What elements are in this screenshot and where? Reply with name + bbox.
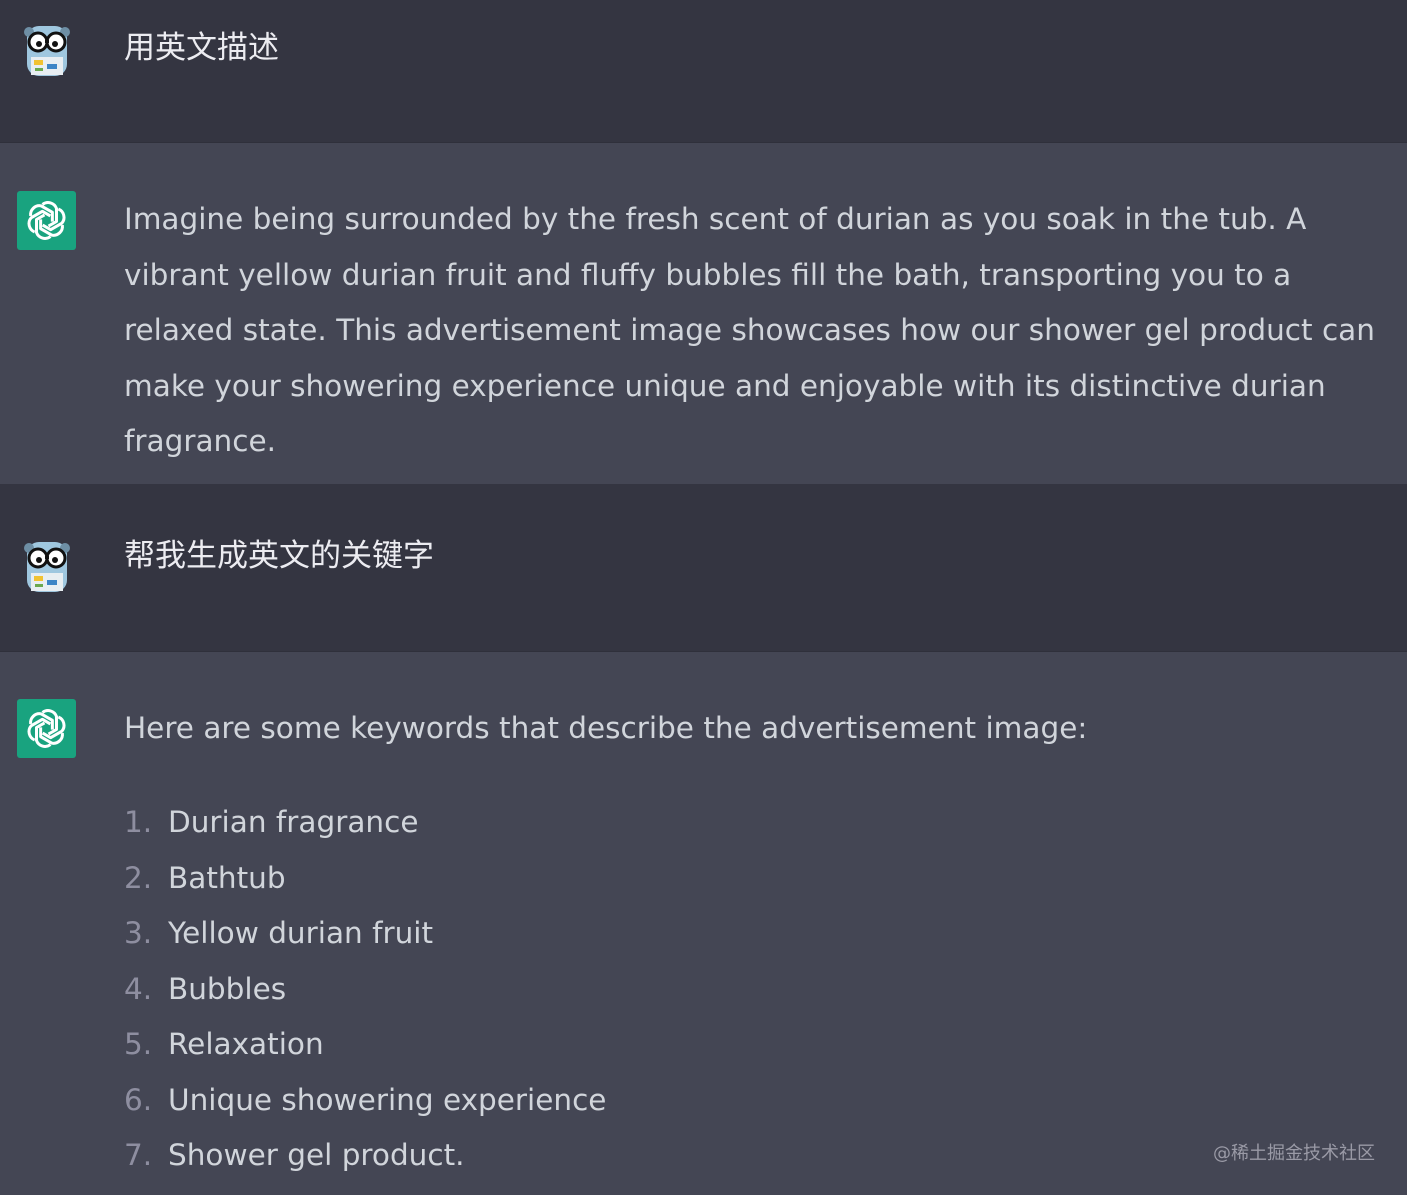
- user-avatar-icon: [17, 536, 76, 595]
- user-message: 帮我生成英文的关键字: [0, 484, 1407, 651]
- list-item-text: Bathtub: [168, 860, 286, 895]
- list-item: 2. Bathtub: [124, 851, 606, 907]
- list-item: 4. Bubbles: [124, 962, 606, 1018]
- list-item-text: Bubbles: [168, 971, 287, 1006]
- openai-logo-icon: [17, 191, 76, 250]
- list-item: 3. Yellow durian fruit: [124, 906, 606, 962]
- list-item-number: 2.: [124, 860, 153, 895]
- user-message-text: 帮我生成英文的关键字: [124, 538, 434, 574]
- assistant-intro-text: Here are some keywords that describe the…: [124, 711, 1088, 745]
- assistant-message-text: Imagine being surrounded by the fresh sc…: [124, 202, 1375, 458]
- user-message-text: 用英文描述: [124, 30, 279, 66]
- user-avatar-icon: [17, 20, 76, 79]
- list-item: 5. Relaxation: [124, 1017, 606, 1073]
- list-item: 7. Shower gel product.: [124, 1128, 606, 1184]
- user-message: 用英文描述: [0, 0, 1407, 142]
- list-item-number: 5.: [124, 1027, 153, 1061]
- assistant-message: Imagine being surrounded by the fresh sc…: [0, 143, 1407, 484]
- list-item-number: 1.: [124, 805, 153, 839]
- list-item-text: Relaxation: [168, 1027, 324, 1061]
- keyword-list: 1. Durian fragrance 2. Bathtub 3. Yellow du…: [124, 795, 606, 1184]
- watermark: @稀土掘金技术社区: [1213, 1143, 1375, 1164]
- list-item-text: Durian fragrance: [168, 805, 419, 839]
- list-item-text: Yellow durian fruit: [168, 916, 434, 950]
- list-item-number: 6.: [124, 1082, 153, 1117]
- list-item-number: 4.: [124, 971, 153, 1006]
- list-item-text: Shower gel product.: [168, 1138, 465, 1172]
- list-item: 6. Unique showering experience: [124, 1073, 606, 1129]
- list-item-number: 3.: [124, 916, 153, 950]
- list-item: 1. Durian fragrance: [124, 795, 606, 851]
- list-item-text: Unique showering experience: [168, 1082, 607, 1117]
- list-item-number: 7.: [124, 1138, 153, 1172]
- openai-logo-icon: [17, 699, 76, 758]
